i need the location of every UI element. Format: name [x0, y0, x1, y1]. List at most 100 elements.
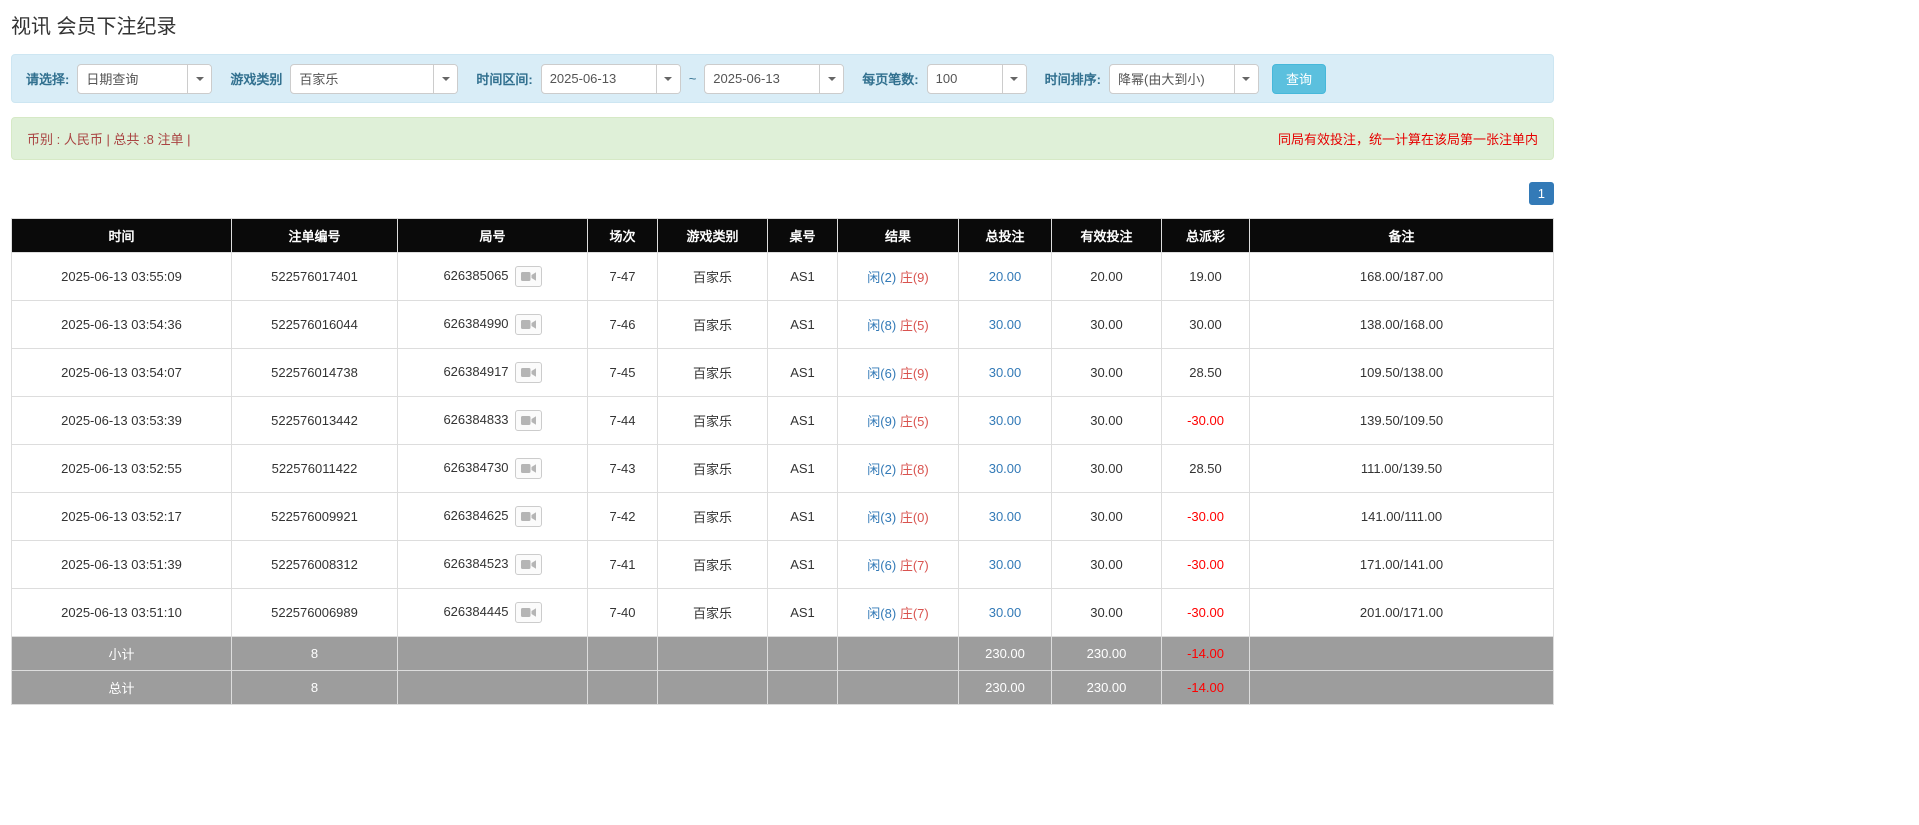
- session-cell: 7-44: [588, 397, 658, 445]
- query-type-select[interactable]: 日期查询: [77, 64, 212, 94]
- total-bet-cell[interactable]: 30.00: [959, 349, 1052, 397]
- video-replay-button[interactable]: [515, 554, 542, 575]
- bet-id-cell: 522576016044: [232, 301, 398, 349]
- round-id: 626384445: [443, 604, 508, 619]
- game-type-cell: 百家乐: [658, 349, 768, 397]
- sort-value: 降幂(由大到小): [1110, 65, 1234, 93]
- date-to-caret-button[interactable]: [819, 65, 843, 93]
- remark-cell: 171.00/141.00: [1250, 541, 1554, 589]
- sort-label: 时间排序:: [1045, 69, 1101, 88]
- summary-empty-cell: [768, 637, 838, 671]
- remark-cell: 138.00/168.00: [1250, 301, 1554, 349]
- sort-caret-button[interactable]: [1234, 65, 1258, 93]
- valid-bet-cell: 30.00: [1052, 589, 1162, 637]
- payout-cell: -30.00: [1162, 589, 1250, 637]
- session-cell: 7-46: [588, 301, 658, 349]
- video-camera-icon: [521, 607, 536, 618]
- page-container: 视讯 会员下注纪录 请选择: 日期查询 游戏类别 百家乐 时间区间: 2025-…: [11, 10, 1554, 705]
- table-no-cell: AS1: [768, 349, 838, 397]
- search-button[interactable]: 查询: [1272, 64, 1326, 94]
- summary-count-cell: 8: [232, 637, 398, 671]
- date-range-separator: ~: [689, 71, 697, 86]
- summary-empty-cell: [1250, 637, 1554, 671]
- bet-id-cell: 522576008312: [232, 541, 398, 589]
- time-cell: 2025-06-13 03:51:10: [12, 589, 232, 637]
- result-player: 闲(9): [867, 414, 896, 429]
- column-header-5: 桌号: [768, 219, 838, 253]
- result-player: 闲(2): [867, 462, 896, 477]
- subtotal-row: 小计8230.00230.00-14.00: [12, 637, 1554, 671]
- date-from-input[interactable]: 2025-06-13: [541, 64, 681, 94]
- date-from-caret-button[interactable]: [656, 65, 680, 93]
- video-replay-button[interactable]: [515, 362, 542, 383]
- total-bet-cell[interactable]: 30.00: [959, 445, 1052, 493]
- payout-cell: 30.00: [1162, 301, 1250, 349]
- session-cell: 7-47: [588, 253, 658, 301]
- time-cell: 2025-06-13 03:53:39: [12, 397, 232, 445]
- game-type-cell: 百家乐: [658, 493, 768, 541]
- summary-empty-cell: [658, 671, 768, 705]
- round-id: 626385065: [443, 268, 508, 283]
- summary-valid-bet-cell: 230.00: [1052, 671, 1162, 705]
- query-type-caret-button[interactable]: [187, 65, 211, 93]
- sort-select[interactable]: 降幂(由大到小): [1109, 64, 1259, 94]
- game-type-select[interactable]: 百家乐: [290, 64, 458, 94]
- video-replay-button[interactable]: [515, 314, 542, 335]
- game-type-caret-button[interactable]: [433, 65, 457, 93]
- bet-id-cell: 522576009921: [232, 493, 398, 541]
- round-id: 626384990: [443, 316, 508, 331]
- page-size-value: 100: [928, 65, 1002, 93]
- game-type-cell: 百家乐: [658, 589, 768, 637]
- remark-cell: 109.50/138.00: [1250, 349, 1554, 397]
- date-range-label: 时间区间:: [476, 69, 532, 88]
- result-banker: 庄(9): [900, 270, 929, 285]
- payout-cell: 28.50: [1162, 349, 1250, 397]
- chevron-down-icon: [828, 77, 836, 81]
- total-bet-cell[interactable]: 20.00: [959, 253, 1052, 301]
- game-type-cell: 百家乐: [658, 301, 768, 349]
- page-size-select[interactable]: 100: [927, 64, 1027, 94]
- total-bet-cell[interactable]: 30.00: [959, 301, 1052, 349]
- summary-valid-bet-cell: 230.00: [1052, 637, 1162, 671]
- remark-cell: 111.00/139.50: [1250, 445, 1554, 493]
- bet-id-cell: 522576017401: [232, 253, 398, 301]
- result-banker: 庄(5): [900, 414, 929, 429]
- table-row: 2025-06-13 03:54:07522576014738626384917…: [12, 349, 1554, 397]
- valid-bet-cell: 30.00: [1052, 349, 1162, 397]
- video-replay-button[interactable]: [515, 506, 542, 527]
- result-player: 闲(6): [867, 366, 896, 381]
- game-type-cell: 百家乐: [658, 397, 768, 445]
- valid-bet-cell: 30.00: [1052, 493, 1162, 541]
- total-bet-cell[interactable]: 30.00: [959, 397, 1052, 445]
- video-camera-icon: [521, 415, 536, 426]
- video-replay-button[interactable]: [515, 602, 542, 623]
- video-camera-icon: [521, 511, 536, 522]
- pagination-page-1-button[interactable]: 1: [1529, 182, 1554, 205]
- total-bet-cell[interactable]: 30.00: [959, 493, 1052, 541]
- result-cell: 闲(6) 庄(9): [838, 349, 959, 397]
- result-cell: 闲(8) 庄(5): [838, 301, 959, 349]
- chevron-down-icon: [196, 77, 204, 81]
- video-replay-button[interactable]: [515, 410, 542, 431]
- total-bet-cell[interactable]: 30.00: [959, 589, 1052, 637]
- table-no-cell: AS1: [768, 493, 838, 541]
- summary-label-cell: 小计: [12, 637, 232, 671]
- game-type-value: 百家乐: [291, 65, 433, 93]
- page-size-caret-button[interactable]: [1002, 65, 1026, 93]
- table-no-cell: AS1: [768, 397, 838, 445]
- payout-cell: 19.00: [1162, 253, 1250, 301]
- table-no-cell: AS1: [768, 253, 838, 301]
- date-to-input[interactable]: 2025-06-13: [704, 64, 844, 94]
- result-player: 闲(8): [867, 606, 896, 621]
- table-no-cell: AS1: [768, 589, 838, 637]
- valid-bet-cell: 30.00: [1052, 397, 1162, 445]
- session-cell: 7-45: [588, 349, 658, 397]
- total-bet-cell[interactable]: 30.00: [959, 541, 1052, 589]
- payout-cell: -30.00: [1162, 541, 1250, 589]
- bet-id-cell: 522576011422: [232, 445, 398, 493]
- column-header-10: 备注: [1250, 219, 1554, 253]
- chevron-down-icon: [1010, 77, 1018, 81]
- video-replay-button[interactable]: [515, 266, 542, 287]
- result-banker: 庄(0): [900, 510, 929, 525]
- video-replay-button[interactable]: [515, 458, 542, 479]
